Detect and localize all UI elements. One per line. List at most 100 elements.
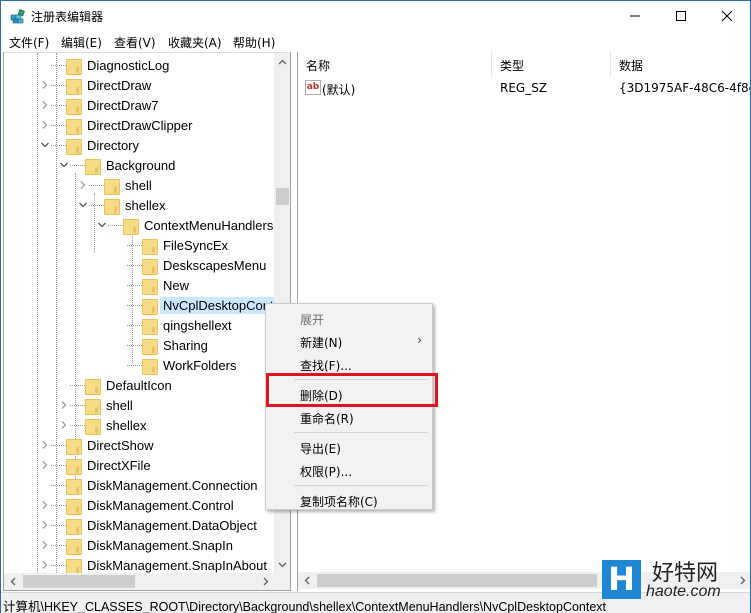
folder-icon	[66, 438, 82, 455]
collapsed-chevron-icon[interactable]	[40, 460, 50, 470]
tree-item[interactable]: DiskManagement.SnapInAbout	[66, 555, 270, 573]
tree-item[interactable]: shell	[85, 395, 136, 415]
tree-hscroll-thumb[interactable]	[23, 575, 135, 588]
tree-item[interactable]: shellex	[104, 195, 168, 215]
scroll-down-button[interactable]	[274, 556, 290, 573]
chevron-down-icon	[278, 562, 287, 567]
tree-connector-line	[127, 285, 142, 286]
tree-item[interactable]: DiagnosticLog	[66, 55, 172, 75]
tree-item[interactable]: DirectDrawClipper	[66, 115, 195, 135]
tree-connector-line	[127, 305, 142, 306]
tree-item[interactable]: DefaultIcon	[85, 375, 175, 395]
tree-item[interactable]: NvCplDesktopContext	[142, 295, 274, 315]
context-menu-item[interactable]: 复制项名称(C)	[266, 489, 432, 511]
tree-item[interactable]: Background	[85, 155, 178, 175]
menu-help[interactable]: 帮助(H)	[233, 34, 275, 51]
context-menu-item[interactable]: 新建(N) ›	[266, 330, 432, 352]
expanded-chevron-icon[interactable]	[78, 200, 88, 210]
tree-item[interactable]: qingshellext	[142, 315, 235, 335]
menu-edit[interactable]: 编辑(E)	[61, 34, 102, 51]
close-button[interactable]	[704, 1, 750, 31]
tree-connector-line	[51, 65, 66, 66]
collapsed-chevron-icon[interactable]	[40, 80, 50, 90]
column-header-data[interactable]: 数据	[611, 52, 750, 77]
submenu-arrow-icon: ›	[417, 333, 422, 347]
folder-icon	[142, 278, 158, 295]
expanded-chevron-icon[interactable]	[97, 220, 107, 230]
tree-item[interactable]: DeskscapesMenu	[142, 255, 269, 275]
tree-item[interactable]: DiskManagement.Connection	[66, 475, 261, 495]
expanded-chevron-icon[interactable]	[40, 140, 50, 150]
tree-item[interactable]: DiskManagement.SnapIn	[66, 535, 236, 555]
folder-icon	[66, 518, 82, 535]
collapsed-chevron-icon[interactable]	[40, 560, 50, 570]
tree-connector-line	[51, 85, 66, 86]
collapsed-chevron-icon[interactable]	[40, 100, 50, 110]
folder-icon	[66, 478, 82, 495]
minimize-button[interactable]	[612, 1, 658, 31]
scroll-up-button[interactable]	[274, 53, 290, 70]
column-header-type[interactable]: 类型	[492, 52, 611, 77]
expanded-chevron-icon[interactable]	[59, 160, 69, 170]
list-scroll-left-button[interactable]	[298, 572, 315, 589]
context-menu-item[interactable]: 权限(P)...	[266, 459, 432, 481]
tree-item[interactable]: ContextMenuHandlers	[123, 215, 274, 235]
tree-horizontal-scrollbar[interactable]	[4, 573, 290, 590]
collapsed-chevron-icon[interactable]	[59, 400, 69, 410]
collapsed-chevron-icon[interactable]	[40, 520, 50, 530]
tree-connector-line	[89, 185, 104, 186]
tree-item-label: DiskManagement.SnapInAbout	[87, 557, 267, 573]
tree-item[interactable]: DiskManagement.DataObject	[66, 515, 260, 535]
tree-item[interactable]: DiskManagement.Control	[66, 495, 237, 515]
collapsed-chevron-icon[interactable]	[40, 540, 50, 550]
context-menu-item[interactable]: 展开	[266, 307, 432, 329]
menu-view[interactable]: 查看(V)	[114, 34, 156, 51]
maximize-button[interactable]	[658, 1, 704, 31]
tree-vscroll-thumb[interactable]	[276, 188, 289, 205]
tree-connector-line	[51, 125, 66, 126]
tree-item[interactable]: DirectDraw7	[66, 95, 162, 115]
collapsed-chevron-icon[interactable]	[78, 180, 88, 190]
collapsed-chevron-icon[interactable]	[40, 500, 50, 510]
tree-item-label: WorkFolders	[163, 357, 237, 373]
context-menu-item[interactable]: 查找(F)...	[266, 353, 432, 375]
folder-icon	[142, 238, 158, 255]
tree-guide-line	[37, 53, 38, 573]
tree-rows: DiagnosticLog DirectDraw DirectDraw7 Direct…	[4, 53, 274, 573]
tree-item[interactable]: New	[142, 275, 192, 295]
tree-item-label: Sharing	[163, 337, 208, 353]
tree-item[interactable]: FileSyncEx	[142, 235, 231, 255]
chevron-left-icon	[304, 576, 309, 585]
tree-connector-line	[89, 205, 104, 206]
tree-item[interactable]: shellex	[85, 415, 149, 435]
column-header-name[interactable]: 名称	[298, 52, 492, 77]
tree-connector-line	[127, 365, 142, 366]
context-menu-item[interactable]: 导出(E)	[266, 436, 432, 458]
registry-editor-window: 注册表编辑器 文件(F) 编辑(E) 查看(V) 收藏夹(A) 帮助(H) Di…	[0, 0, 751, 613]
tree-item[interactable]: Sharing	[142, 335, 211, 355]
context-menu-item[interactable]: 重命名(R)	[266, 406, 432, 428]
string-value-icon: ab	[305, 80, 321, 95]
scroll-left-button[interactable]	[4, 573, 21, 590]
collapsed-chevron-icon[interactable]	[59, 420, 69, 430]
tree-item[interactable]: DirectXFile	[66, 455, 154, 475]
tree-item-label: shell	[106, 397, 133, 413]
collapsed-chevron-icon[interactable]	[40, 120, 50, 130]
tree-item-label: DeskscapesMenu	[163, 257, 267, 273]
menu-file[interactable]: 文件(F)	[9, 34, 49, 51]
collapsed-chevron-icon[interactable]	[40, 440, 50, 450]
minimize-icon	[630, 15, 640, 17]
tree-item[interactable]: DirectDraw	[66, 75, 154, 95]
tree-item[interactable]: DirectShow	[66, 435, 156, 455]
watermark: H 好特网 haote.com	[602, 555, 742, 611]
list-hscroll-thumb[interactable]	[317, 574, 597, 587]
tree-item-label: DirectShow	[87, 437, 154, 453]
menu-favorites[interactable]: 收藏夹(A)	[168, 34, 222, 51]
folder-icon	[142, 318, 158, 335]
tree-item[interactable]: Directory	[66, 135, 142, 155]
tree-item[interactable]: WorkFolders	[142, 355, 239, 375]
scroll-right-button[interactable]	[257, 573, 274, 590]
value-row[interactable]: ab (默认) REG_SZ {3D1975AF-48C6-4f8e-	[298, 78, 750, 98]
tree-guide-line	[132, 233, 133, 363]
tree-item[interactable]: shell	[104, 175, 155, 195]
